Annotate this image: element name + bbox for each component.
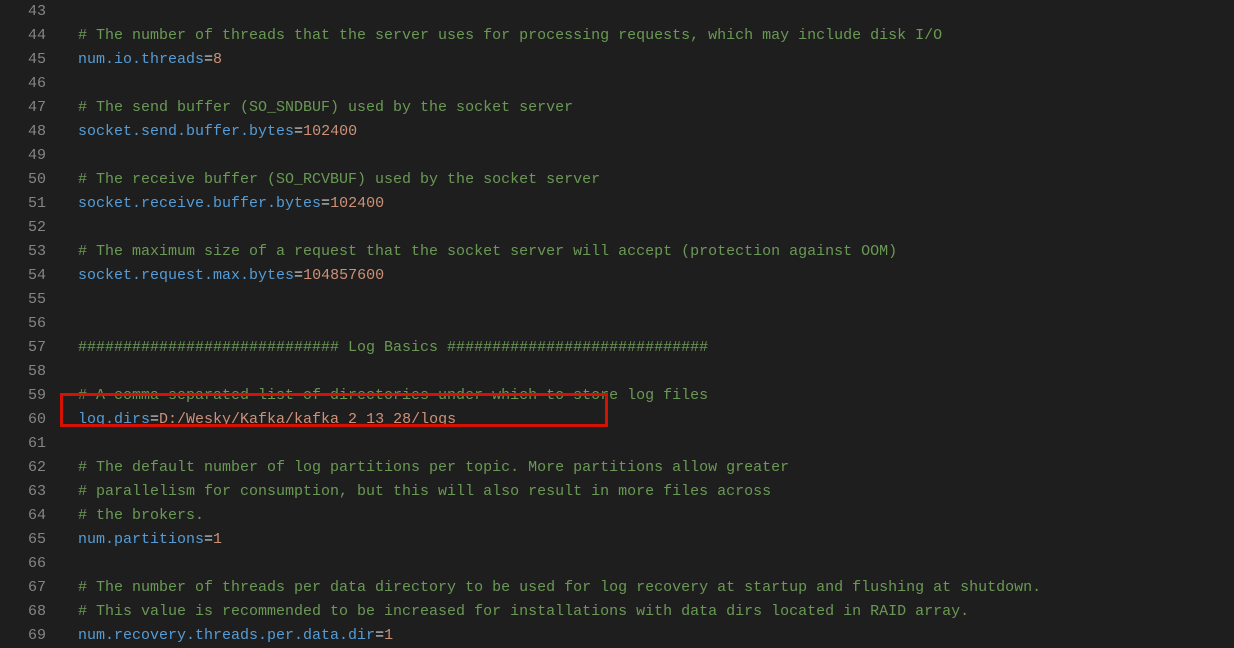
- line-number: 56: [0, 312, 46, 336]
- config-key: log.dirs: [78, 411, 150, 428]
- comment-text: # The number of threads per data directo…: [78, 579, 1041, 596]
- line-number: 47: [0, 96, 46, 120]
- line-number: 69: [0, 624, 46, 648]
- code-line[interactable]: # The receive buffer (SO_RCVBUF) used by…: [78, 168, 1234, 192]
- line-number: 43: [0, 0, 46, 24]
- code-line[interactable]: # This value is recommended to be increa…: [78, 600, 1234, 624]
- config-value: 104857600: [303, 267, 384, 284]
- line-number: 59: [0, 384, 46, 408]
- line-number: 64: [0, 504, 46, 528]
- code-line[interactable]: [78, 432, 1234, 456]
- comment-text: # The send buffer (SO_SNDBUF) used by th…: [78, 99, 573, 116]
- code-line[interactable]: [78, 360, 1234, 384]
- line-number: 57: [0, 336, 46, 360]
- code-line[interactable]: socket.request.max.bytes=104857600: [78, 264, 1234, 288]
- line-number: 63: [0, 480, 46, 504]
- line-number: 46: [0, 72, 46, 96]
- line-number: 66: [0, 552, 46, 576]
- config-key: socket.request.max.bytes: [78, 267, 294, 284]
- config-value: 102400: [330, 195, 384, 212]
- config-key: num.recovery.threads.per.data.dir: [78, 627, 375, 644]
- config-value: 8: [213, 51, 222, 68]
- code-line[interactable]: num.recovery.threads.per.data.dir=1: [78, 624, 1234, 648]
- comment-text: # The default number of log partitions p…: [78, 459, 789, 476]
- line-number: 44: [0, 24, 46, 48]
- line-number-gutter: 4344454647484950515253545556575859606162…: [0, 0, 62, 632]
- code-line[interactable]: [78, 72, 1234, 96]
- line-number: 48: [0, 120, 46, 144]
- code-content[interactable]: # The number of threads that the server …: [62, 0, 1234, 632]
- config-key: num.io.threads: [78, 51, 204, 68]
- comment-text: # This value is recommended to be increa…: [78, 603, 969, 620]
- config-value: 1: [384, 627, 393, 644]
- code-line[interactable]: socket.receive.buffer.bytes=102400: [78, 192, 1234, 216]
- line-number: 68: [0, 600, 46, 624]
- code-line[interactable]: [78, 144, 1234, 168]
- code-line[interactable]: # The number of threads that the server …: [78, 24, 1234, 48]
- line-number: 54: [0, 264, 46, 288]
- code-line[interactable]: [78, 312, 1234, 336]
- equals-operator: =: [294, 123, 303, 140]
- equals-operator: =: [375, 627, 384, 644]
- code-line[interactable]: [78, 552, 1234, 576]
- config-key: socket.receive.buffer.bytes: [78, 195, 321, 212]
- code-editor[interactable]: 4344454647484950515253545556575859606162…: [0, 0, 1234, 632]
- line-number: 52: [0, 216, 46, 240]
- code-line[interactable]: # parallelism for consumption, but this …: [78, 480, 1234, 504]
- line-number: 62: [0, 456, 46, 480]
- line-number: 49: [0, 144, 46, 168]
- line-number: 50: [0, 168, 46, 192]
- line-number: 65: [0, 528, 46, 552]
- equals-operator: =: [321, 195, 330, 212]
- code-line[interactable]: num.io.threads=8: [78, 48, 1234, 72]
- config-key: num.partitions: [78, 531, 204, 548]
- comment-text: ############################# Log Basics…: [78, 339, 708, 356]
- equals-operator: =: [150, 411, 159, 428]
- comment-text: # The number of threads that the server …: [78, 27, 942, 44]
- equals-operator: =: [294, 267, 303, 284]
- code-line[interactable]: # The number of threads per data directo…: [78, 576, 1234, 600]
- code-line[interactable]: [78, 216, 1234, 240]
- comment-text: # the brokers.: [78, 507, 204, 524]
- line-number: 51: [0, 192, 46, 216]
- line-number: 58: [0, 360, 46, 384]
- line-number: 55: [0, 288, 46, 312]
- comment-text: # A comma separated list of directories …: [78, 387, 708, 404]
- comment-text: # The maximum size of a request that the…: [78, 243, 897, 260]
- line-number: 61: [0, 432, 46, 456]
- line-number: 60: [0, 408, 46, 432]
- code-line[interactable]: [78, 0, 1234, 24]
- config-key: socket.send.buffer.bytes: [78, 123, 294, 140]
- config-value: 1: [213, 531, 222, 548]
- code-line[interactable]: # The default number of log partitions p…: [78, 456, 1234, 480]
- code-line[interactable]: ############################# Log Basics…: [78, 336, 1234, 360]
- code-line[interactable]: [78, 288, 1234, 312]
- equals-operator: =: [204, 51, 213, 68]
- code-line[interactable]: # A comma separated list of directories …: [78, 384, 1234, 408]
- line-number: 45: [0, 48, 46, 72]
- code-line[interactable]: # the brokers.: [78, 504, 1234, 528]
- line-number: 67: [0, 576, 46, 600]
- equals-operator: =: [204, 531, 213, 548]
- config-value: D:/Wesky/Kafka/kafka_2_13_28/logs: [159, 411, 456, 428]
- code-line[interactable]: # The send buffer (SO_SNDBUF) used by th…: [78, 96, 1234, 120]
- code-line[interactable]: # The maximum size of a request that the…: [78, 240, 1234, 264]
- config-value: 102400: [303, 123, 357, 140]
- comment-text: # The receive buffer (SO_RCVBUF) used by…: [78, 171, 600, 188]
- code-line[interactable]: log.dirs=D:/Wesky/Kafka/kafka_2_13_28/lo…: [78, 408, 1234, 432]
- code-line[interactable]: socket.send.buffer.bytes=102400: [78, 120, 1234, 144]
- code-line[interactable]: num.partitions=1: [78, 528, 1234, 552]
- comment-text: # parallelism for consumption, but this …: [78, 483, 771, 500]
- line-number: 53: [0, 240, 46, 264]
